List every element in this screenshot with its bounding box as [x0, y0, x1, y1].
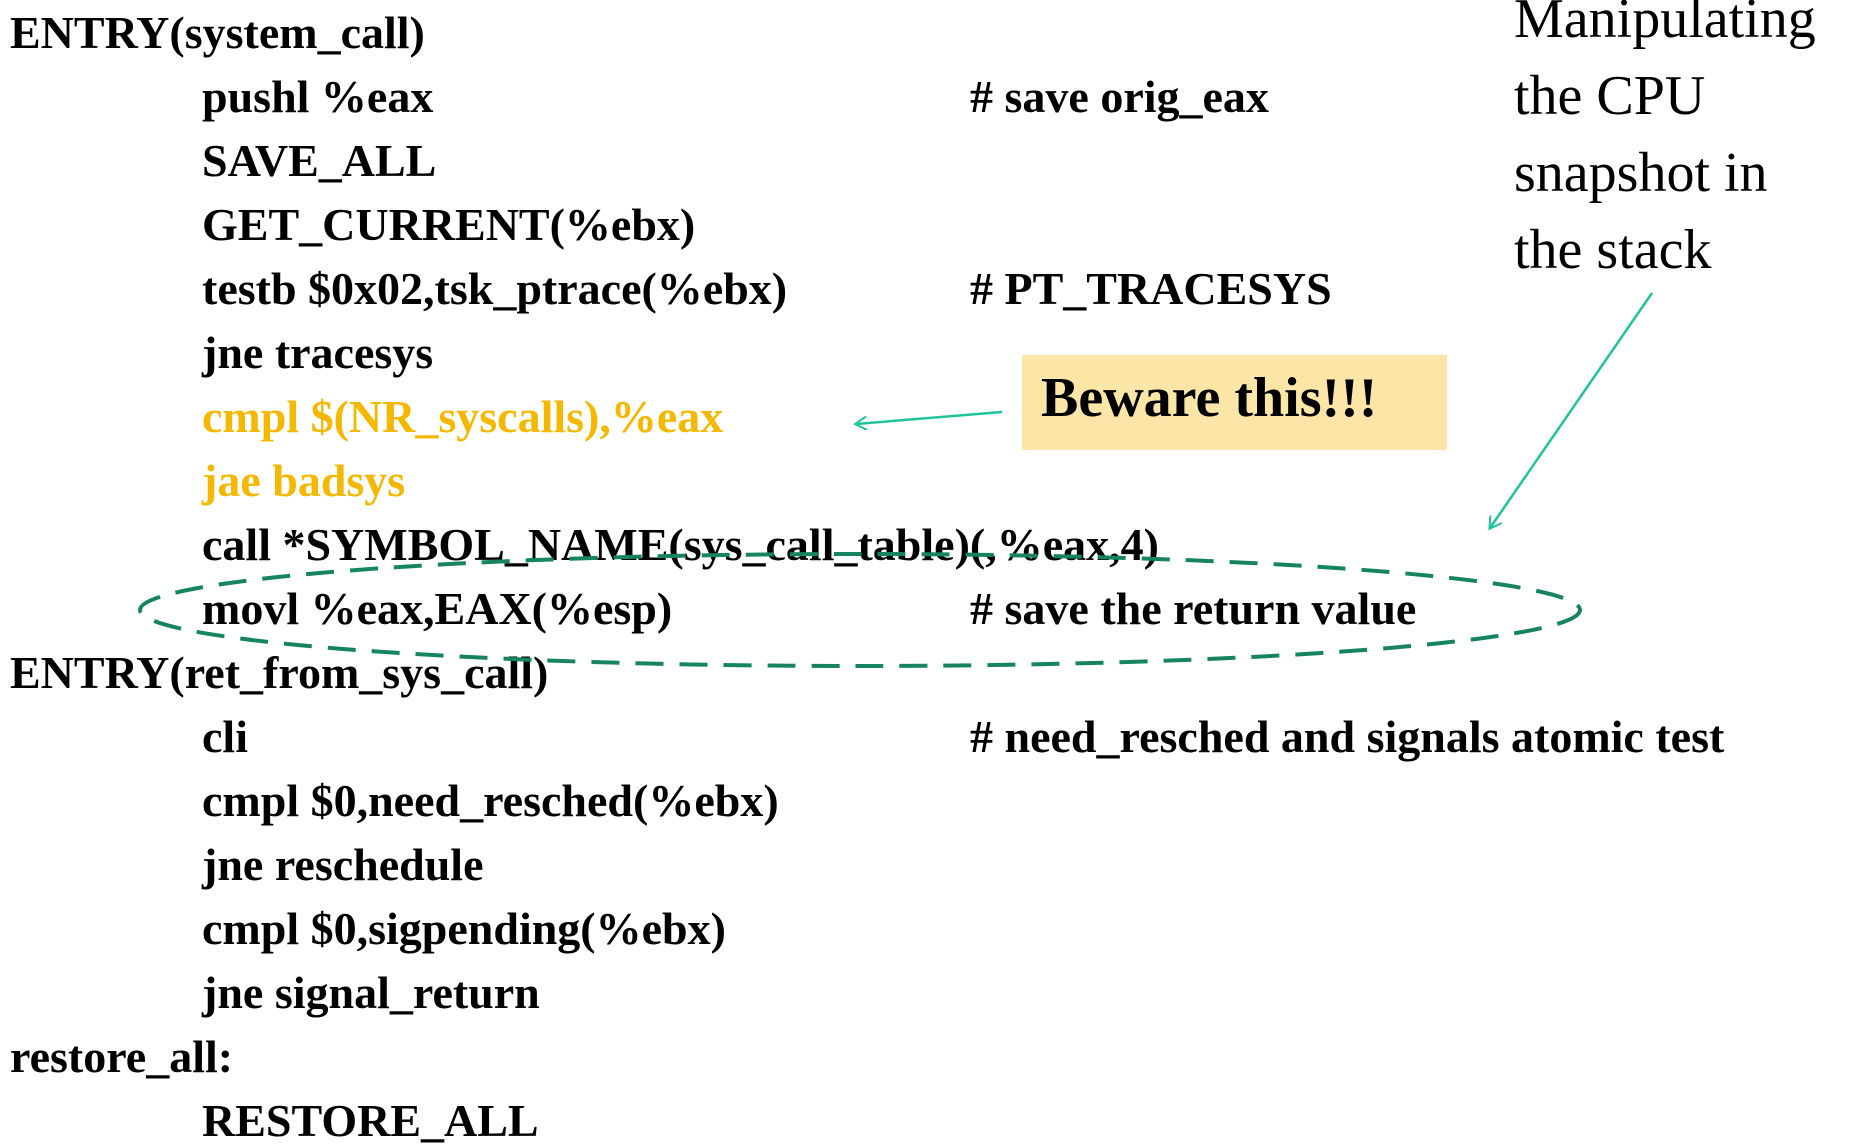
annotation-overlay	[138, 292, 1654, 668]
return-value-dashed-ellipse	[138, 552, 1582, 668]
manipulating-arrow	[1490, 292, 1654, 528]
beware-arrow	[856, 410, 1003, 424]
